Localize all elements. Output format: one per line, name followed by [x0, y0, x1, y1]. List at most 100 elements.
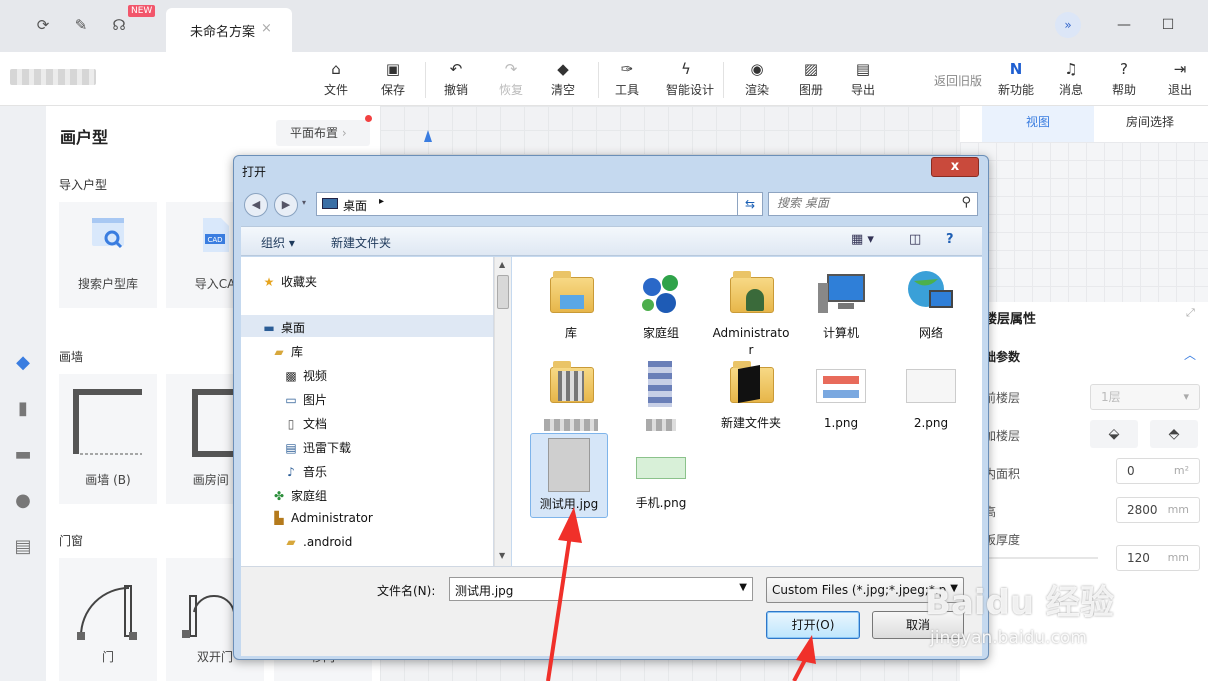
redo-button[interactable]: ↷ 恢复: [491, 60, 531, 98]
smart-design-button[interactable]: ϟ 智能设计: [666, 60, 714, 98]
tab-view[interactable]: 视图: [982, 106, 1094, 142]
tab-close-icon[interactable]: ×: [261, 21, 272, 36]
maximize-icon[interactable]: ☐: [1155, 12, 1181, 38]
nav-item-homegroup[interactable]: ✤ 家庭组: [271, 487, 327, 504]
floorplan-tool-icon[interactable]: ◆: [0, 340, 46, 386]
open-button[interactable]: 打开(O): [766, 611, 860, 639]
search-box[interactable]: ⚲: [768, 192, 978, 216]
toolbar-divider: [425, 62, 426, 98]
dialog-close-button[interactable]: x: [931, 157, 979, 177]
filename-dropdown-icon[interactable]: ▼: [739, 582, 747, 593]
nav-scrollbar[interactable]: ▲ ▼: [494, 257, 511, 566]
chevron-up-icon[interactable]: ︿: [1184, 346, 1196, 363]
nav-item-favorites[interactable]: ★ 收藏夹: [261, 273, 317, 290]
view-options-icon[interactable]: ▦ ▾: [851, 232, 874, 247]
cabinet-tool-icon[interactable]: ▤: [0, 524, 46, 570]
scroll-up-icon[interactable]: ▲: [499, 260, 505, 269]
scroll-down-icon[interactable]: ▼: [499, 551, 505, 560]
nav-item-administrator[interactable]: ▙ Administrator: [271, 511, 372, 525]
furniture-tool-icon[interactable]: ▬: [0, 432, 46, 478]
pin-icon[interactable]: ✎: [70, 14, 92, 36]
file-item-computer[interactable]: 计算机: [802, 267, 880, 342]
exit-button[interactable]: ⇥ 退出: [1160, 60, 1200, 98]
refresh-button[interactable]: ⇆: [737, 192, 763, 216]
back-button[interactable]: ◀: [244, 193, 268, 217]
file-item-library[interactable]: 库: [532, 267, 610, 342]
slab-thickness-label: 板厚度: [984, 533, 1021, 547]
tools-button[interactable]: ✑ 工具: [607, 60, 647, 98]
add-floor-label: 加楼层: [984, 429, 1021, 443]
minimize-icon[interactable]: —: [1111, 12, 1137, 38]
messages-button[interactable]: ♫ 消息: [1051, 60, 1091, 98]
nav-item-library[interactable]: ▰ 库: [271, 343, 303, 360]
add-floor-down-button[interactable]: ⬘: [1150, 420, 1198, 448]
door-tool-icon[interactable]: ▮: [0, 386, 46, 432]
file-item-2png[interactable]: 2.png: [892, 357, 970, 432]
nav-item-android[interactable]: ▰ .android: [283, 535, 352, 549]
render-button[interactable]: ◉ 渲染: [737, 60, 777, 98]
preview-pane-icon[interactable]: ◫: [909, 232, 921, 247]
notification-dot: [365, 115, 372, 122]
draw-wall-card[interactable]: 画墙 (B): [59, 374, 157, 504]
expand-icon[interactable]: ⤢: [1186, 306, 1195, 320]
file-item-network[interactable]: 网络: [892, 267, 970, 342]
collapse-icon[interactable]: »: [1055, 12, 1081, 38]
current-floor-label: 前楼层: [984, 391, 1021, 405]
headset-icon[interactable]: ☊: [108, 14, 130, 36]
undo-button[interactable]: ↶ 撤销: [436, 60, 476, 98]
nav-item-pictures[interactable]: ▭ 图片: [283, 391, 327, 408]
nav-item-documents[interactable]: ▯ 文档: [283, 415, 327, 432]
search-input[interactable]: [777, 196, 947, 210]
area-input[interactable]: 0 m²: [1116, 458, 1200, 484]
computer-icon: [814, 267, 868, 321]
forward-button[interactable]: ▶: [274, 193, 298, 217]
history-dropdown-icon[interactable]: ▾: [302, 198, 306, 207]
file-item-new-folder[interactable]: 新建文件夹: [712, 357, 790, 432]
file-item-phone-png[interactable]: 手机.png: [622, 437, 700, 512]
new-feature-button[interactable]: N 新功能: [996, 60, 1036, 98]
tab-room-select[interactable]: 房间选择: [1094, 106, 1206, 142]
current-floor-select[interactable]: 1层 ▾: [1090, 384, 1200, 410]
old-version-link[interactable]: 返回旧版: [934, 72, 982, 89]
new-folder-button[interactable]: 新建文件夹: [331, 234, 391, 251]
layout-button[interactable]: 平面布置 ›: [276, 120, 370, 146]
file-item-blurred-file-2[interactable]: [622, 357, 700, 431]
nav-item-desktop[interactable]: ▬ 桌面: [261, 319, 305, 336]
filename-input[interactable]: 测试用.jpg ▼: [449, 577, 753, 601]
music-icon: ♪: [287, 465, 295, 479]
organize-button[interactable]: 组织 ▾: [261, 234, 295, 251]
address-bar[interactable]: 桌面 ▸ ▾: [316, 192, 762, 216]
file-item-test-jpg[interactable]: 测试用.jpg: [530, 433, 608, 518]
refresh-icon[interactable]: ⟳: [32, 14, 54, 36]
toolbar-divider: [723, 62, 724, 98]
save-button[interactable]: ▣ 保存: [373, 60, 413, 98]
thickness-input[interactable]: 120 mm: [1116, 545, 1200, 571]
nav-item-video[interactable]: ▩ 视频: [283, 367, 327, 384]
search-floorplan-card[interactable]: 搜索户型库: [59, 202, 157, 308]
help-icon[interactable]: ?: [946, 232, 954, 247]
document-tab[interactable]: 未命名方案 ×: [166, 8, 292, 52]
nav-item-music[interactable]: ♪ 音乐: [283, 463, 327, 480]
file-button[interactable]: ⌂ 文件: [316, 60, 356, 98]
3d-preview[interactable]: [960, 142, 1208, 302]
nav-item-downloads[interactable]: ▤ 迅雷下载: [283, 439, 351, 456]
clear-button[interactable]: ◆ 清空: [543, 60, 583, 98]
add-floor-up-button[interactable]: ⬙: [1090, 420, 1138, 448]
breadcrumb-arrow-icon[interactable]: ▸: [379, 196, 384, 207]
network-icon: [904, 267, 958, 321]
album-button[interactable]: ▨ 图册: [791, 60, 831, 98]
panel-title: 画户型: [60, 128, 109, 147]
thickness-slider[interactable]: [984, 557, 1098, 559]
file-item-1png[interactable]: 1.png: [802, 357, 880, 432]
file-item-homegroup[interactable]: 家庭组: [622, 267, 700, 342]
help-button[interactable]: ? 帮助: [1104, 60, 1144, 98]
scroll-thumb[interactable]: [497, 275, 509, 309]
file-item-administrator[interactable]: Administrator: [712, 267, 790, 359]
file-item-blurred-folder-1[interactable]: [532, 357, 610, 431]
export-icon: ▤: [855, 60, 871, 78]
person-tool-icon[interactable]: ●: [0, 478, 46, 524]
door-card[interactable]: 门: [59, 558, 157, 681]
search-icon[interactable]: ⚲: [961, 195, 971, 210]
export-button[interactable]: ▤ 导出: [843, 60, 883, 98]
height-input[interactable]: 2800 mm: [1116, 497, 1200, 523]
